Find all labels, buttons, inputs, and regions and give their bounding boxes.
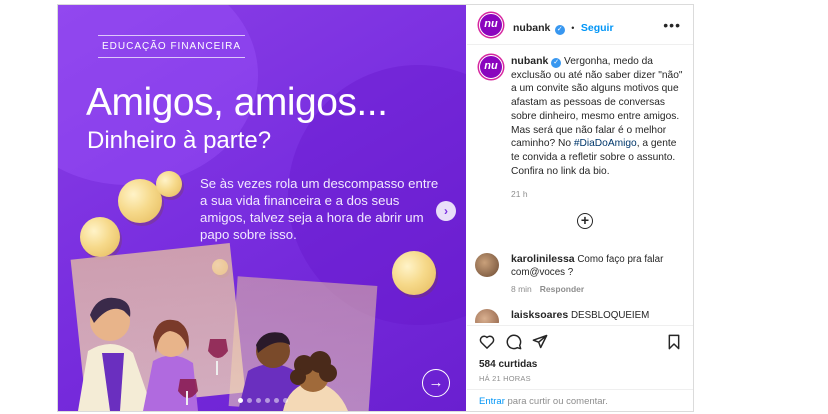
carousel-dot (247, 398, 252, 403)
commenter-username[interactable]: laisksoares (511, 309, 568, 321)
subheadline: Dinheiro à parte? (87, 127, 272, 154)
caption-timestamp: 21 h (511, 189, 528, 199)
post-image[interactable]: EDUCAÇÃO FINANCEIRA Amigos, amigos... Di… (58, 5, 466, 411)
comment-item: karolinilessa Como faço pra falar com@vo… (475, 253, 690, 297)
comment-bubble-icon[interactable] (506, 334, 522, 350)
carousel-dot (274, 398, 279, 403)
follow-button[interactable]: Seguir (581, 22, 614, 34)
post-header: nu nubank ✓ • Seguir ••• (467, 5, 693, 45)
comment-meta: 8 min Responder (511, 284, 584, 294)
author-username[interactable]: nubank (513, 22, 550, 34)
arrow-right-icon: → (422, 369, 450, 397)
carousel-indicator (238, 398, 288, 403)
next-slide-button[interactable]: › (436, 201, 456, 221)
caption-text: nubank ✓ Vergonha, medo da exclusão ou a… (511, 55, 687, 178)
add-comment-bar: Entrar para curtir ou comentar. (467, 389, 693, 411)
separator: • (571, 23, 575, 33)
friends-illustration (58, 241, 466, 411)
add-comment-text: para curtir ou comentar. (504, 396, 608, 407)
hashtag-link[interactable]: #DiaDoAmigo (574, 138, 637, 149)
coin-illustration (156, 171, 182, 197)
comment-item: laisksoares DESBLOQUEIEM NINHA (475, 307, 690, 323)
category-label-box: EDUCAÇÃO FINANCEIRA (98, 35, 246, 58)
header-line: nubank ✓ • Seguir (513, 18, 614, 36)
post-side-panel: nu nubank ✓ • Seguir ••• nu nubank ✓ Ver… (467, 5, 693, 411)
action-bar (467, 325, 693, 351)
caption-avatar[interactable]: nu (479, 55, 503, 79)
comment-text: laisksoares DESBLOQUEIEM NINHA (511, 309, 681, 323)
verified-badge-icon: ✓ (554, 25, 565, 35)
load-more-comments-icon[interactable]: + (577, 213, 593, 229)
comment-time: 8 min (511, 284, 532, 294)
commenter-avatar[interactable] (475, 253, 499, 277)
carousel-dot (283, 398, 288, 403)
carousel-dot (238, 398, 243, 403)
more-options-icon[interactable]: ••• (663, 17, 681, 33)
post-date[interactable]: HÁ 21 HORAS (479, 374, 531, 383)
author-avatar[interactable]: nu (479, 13, 503, 37)
headline: Amigos, amigos... (86, 81, 388, 124)
category-label: EDUCAÇÃO FINANCEIRA (102, 41, 242, 52)
likes-count[interactable]: 584 curtidas (479, 359, 537, 370)
carousel-dot (265, 398, 270, 403)
instagram-post: EDUCAÇÃO FINANCEIRA Amigos, amigos... Di… (57, 4, 694, 412)
commenter-avatar[interactable] (475, 309, 499, 323)
caption-body: Vergonha, medo da exclusão ou até não sa… (511, 56, 683, 150)
people-toast-illustration (78, 297, 348, 411)
bookmark-save-icon[interactable] (667, 334, 681, 350)
comment-text: karolinilessa Como faço pra falar com@vo… (511, 253, 681, 279)
share-send-icon[interactable] (532, 334, 548, 349)
like-heart-icon[interactable] (479, 334, 495, 349)
commenter-username[interactable]: karolinilessa (511, 253, 575, 265)
login-link[interactable]: Entrar (479, 396, 505, 407)
verified-badge-icon: ✓ (551, 58, 562, 68)
reply-button[interactable]: Responder (540, 284, 584, 294)
carousel-dot (256, 398, 261, 403)
body-text: Se às vezes rola um descompasso entre a … (200, 176, 439, 242)
caption-username[interactable]: nubank (511, 55, 548, 67)
